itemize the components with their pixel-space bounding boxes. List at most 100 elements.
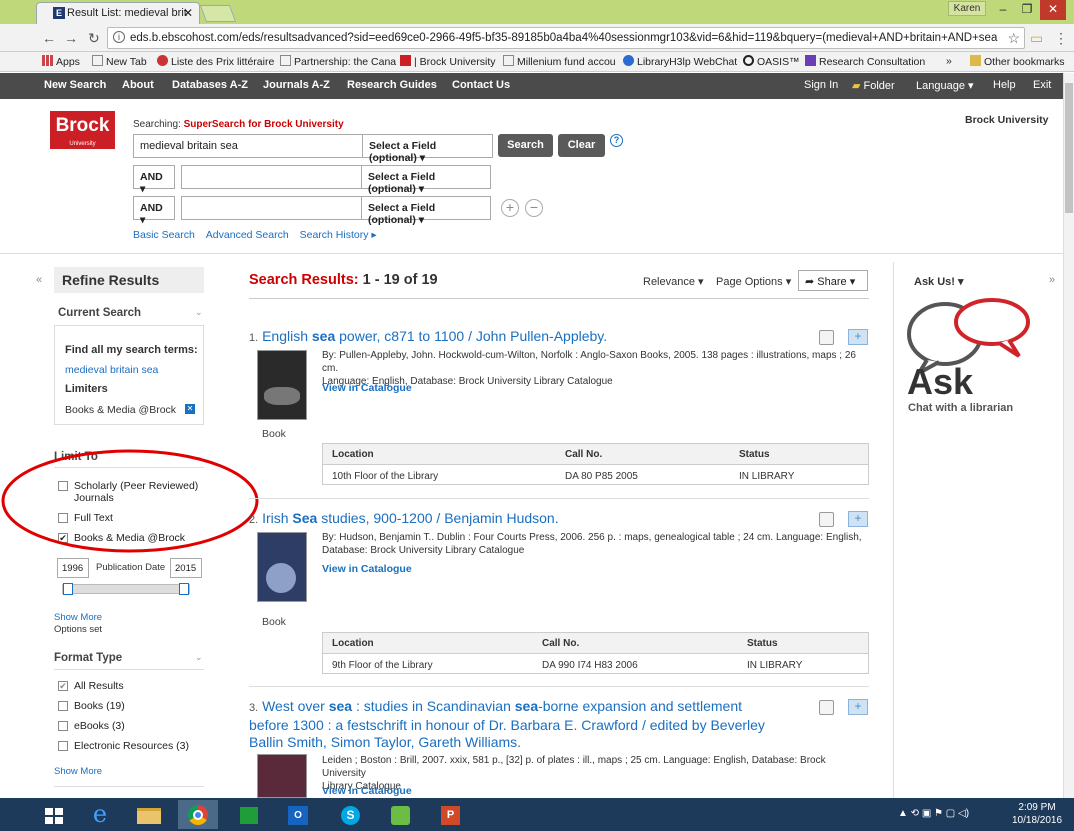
add-to-folder-icon[interactable]: + xyxy=(848,699,868,715)
show-more-link-2[interactable]: Show More xyxy=(54,766,102,777)
chevron-down-icon[interactable]: ⌄ xyxy=(195,307,203,318)
nav-about[interactable]: About xyxy=(122,79,154,91)
back-icon[interactable]: ← xyxy=(42,30,56,46)
bookmark-other[interactable]: Other bookmarks xyxy=(970,55,1065,68)
pub-date-slider[interactable] xyxy=(62,583,190,595)
help-icon[interactable]: ? xyxy=(610,134,623,147)
pub-date-to[interactable]: 2015 xyxy=(170,558,202,578)
bookmark-apps[interactable]: Apps xyxy=(42,55,80,68)
current-search-heading[interactable]: Current Search xyxy=(58,307,141,319)
bookmark-libraryh3lp[interactable]: LibraryH3lp WebChat xyxy=(623,55,737,68)
system-clock[interactable]: 2:09 PM 10/18/2016 xyxy=(1012,801,1062,827)
chevron-down-icon[interactable]: ⌄ xyxy=(195,652,203,663)
close-window-icon[interactable]: ✕ xyxy=(1040,0,1066,20)
minimize-icon[interactable]: – xyxy=(990,0,1016,20)
bookmark-research[interactable]: Research Consultation xyxy=(805,55,925,68)
windows-start-icon[interactable] xyxy=(36,800,76,829)
result-title-link[interactable]: 1. English sea power, c871 to 1100 / Joh… xyxy=(249,328,607,347)
skype-icon[interactable]: S xyxy=(330,800,370,829)
nav-help[interactable]: Help xyxy=(993,79,1016,91)
search-input-1[interactable]: medieval britain sea xyxy=(133,134,363,158)
new-tab-button[interactable] xyxy=(199,5,237,22)
scrollbar-thumb[interactable] xyxy=(1065,83,1073,213)
slider-handle-right[interactable] xyxy=(179,583,189,595)
bookmark-star-icon[interactable]: ☆ xyxy=(1007,30,1020,47)
field-select-3[interactable]: Select a Field (optional) ▾ xyxy=(361,196,491,226)
search-input-2[interactable] xyxy=(181,165,363,189)
page-options-dropdown[interactable]: Page Options ▾ xyxy=(716,275,791,288)
book-cover-image[interactable] xyxy=(257,532,307,602)
field-select-1[interactable]: Select a Field (optional) ▾ xyxy=(362,134,493,164)
bookmark-prix[interactable]: Liste des Prix littéraire xyxy=(157,55,274,68)
add-row-icon[interactable]: + xyxy=(501,199,519,217)
outlook-icon[interactable]: O xyxy=(278,800,318,829)
clear-button[interactable]: Clear xyxy=(558,134,605,157)
url-field[interactable]: i eds.b.ebscohost.com/eds/resultsadvance… xyxy=(107,27,1025,49)
extension-folder-icon[interactable]: ▭ xyxy=(1030,30,1043,47)
close-tab-icon[interactable]: ✕ xyxy=(183,6,193,20)
bookmarks-overflow[interactable]: » xyxy=(946,55,952,67)
add-to-folder-icon[interactable]: + xyxy=(848,511,868,527)
chrome-icon[interactable] xyxy=(178,800,218,829)
find-all-value-link[interactable]: medieval britain sea xyxy=(65,364,158,376)
remove-limiter-icon[interactable]: ✕ xyxy=(185,404,195,414)
preview-icon[interactable] xyxy=(819,700,834,715)
nav-databases[interactable]: Databases A-Z xyxy=(172,79,248,91)
search-history-link[interactable]: Search History ▸ xyxy=(300,229,377,241)
search-target-link[interactable]: SuperSearch for Brock University xyxy=(184,119,344,130)
powerpoint-icon[interactable]: P xyxy=(430,800,470,829)
reload-icon[interactable]: ↻ xyxy=(88,30,100,47)
browser-tab[interactable]: E Result List: medieval brit ✕ xyxy=(36,2,200,24)
sort-relevance-dropdown[interactable]: Relevance ▾ xyxy=(643,275,704,288)
restore-icon[interactable]: ❐ xyxy=(1014,0,1040,20)
menu-icon[interactable]: ⋮ xyxy=(1054,30,1068,47)
bookmark-oasis[interactable]: OASIS™ xyxy=(743,55,800,68)
pub-date-from[interactable]: 1996 xyxy=(57,558,89,578)
nav-research-guides[interactable]: Research Guides xyxy=(347,79,437,91)
view-in-catalogue-link[interactable]: View in Catalogue xyxy=(322,563,412,575)
bookmark-brock[interactable]: | Brock University xyxy=(400,55,496,68)
boolean-op-2[interactable]: AND ▾ xyxy=(133,196,175,226)
view-in-catalogue-link[interactable]: View in Catalogue xyxy=(322,382,412,394)
brock-logo[interactable]: Brock University xyxy=(50,111,115,149)
collapse-left-icon[interactable]: « xyxy=(36,274,42,286)
greenshot-icon[interactable] xyxy=(380,800,420,829)
edge-icon[interactable]: e xyxy=(80,800,120,829)
bookmark-new-tab[interactable]: New Tab xyxy=(92,55,147,68)
profile-button[interactable]: Karen xyxy=(948,1,986,16)
store-icon[interactable] xyxy=(228,800,268,829)
collapse-right-icon[interactable]: » xyxy=(1049,274,1055,286)
nav-language[interactable]: Language ▾ xyxy=(916,79,974,92)
book-cover-image[interactable] xyxy=(257,350,307,420)
book-cover-image[interactable] xyxy=(257,754,307,798)
info-icon[interactable]: i xyxy=(113,31,125,43)
nav-contact[interactable]: Contact Us xyxy=(452,79,510,91)
search-button[interactable]: Search xyxy=(498,134,553,157)
search-input-3[interactable] xyxy=(181,196,363,220)
result-title-link[interactable]: 3. West over sea : studies in Scandinavi… xyxy=(249,698,809,751)
bookmark-millenium[interactable]: Millenium fund accou xyxy=(503,55,616,68)
preview-icon[interactable] xyxy=(819,330,834,345)
add-to-folder-icon[interactable]: + xyxy=(848,329,868,345)
remove-row-icon[interactable]: − xyxy=(525,199,543,217)
nav-new-search[interactable]: New Search xyxy=(44,79,106,91)
show-more-link[interactable]: Show More xyxy=(54,612,102,623)
boolean-op-1[interactable]: AND ▾ xyxy=(133,165,175,195)
format-type-heading[interactable]: Format Type xyxy=(54,652,122,664)
nav-sign-in[interactable]: Sign In xyxy=(804,79,838,91)
advanced-search-link[interactable]: Advanced Search xyxy=(206,229,289,241)
basic-search-link[interactable]: Basic Search xyxy=(133,229,195,241)
slider-handle-left[interactable] xyxy=(63,583,73,595)
nav-folder[interactable]: ▰ Folder xyxy=(852,79,895,92)
view-in-catalogue-link[interactable]: View in Catalogue xyxy=(322,785,412,797)
tray-icons[interactable]: ▲ ⟲ ▣ ⚑ ▢ ◁) xyxy=(898,808,969,819)
ask-chat-widget[interactable]: Ask Chat with a librarian xyxy=(905,298,1035,416)
ask-us-dropdown[interactable]: Ask Us! ▾ xyxy=(914,275,964,288)
field-select-2[interactable]: Select a Field (optional) ▾ xyxy=(361,165,491,195)
forward-icon[interactable]: → xyxy=(64,30,78,46)
nav-journals[interactable]: Journals A-Z xyxy=(263,79,330,91)
share-button[interactable]: ➦ Share ▾ xyxy=(798,270,868,291)
bookmark-partnership[interactable]: Partnership: the Cana xyxy=(280,55,396,68)
result-title-link[interactable]: 2. Irish Sea studies, 900-1200 / Benjami… xyxy=(249,510,559,529)
nav-exit[interactable]: Exit xyxy=(1033,79,1051,91)
